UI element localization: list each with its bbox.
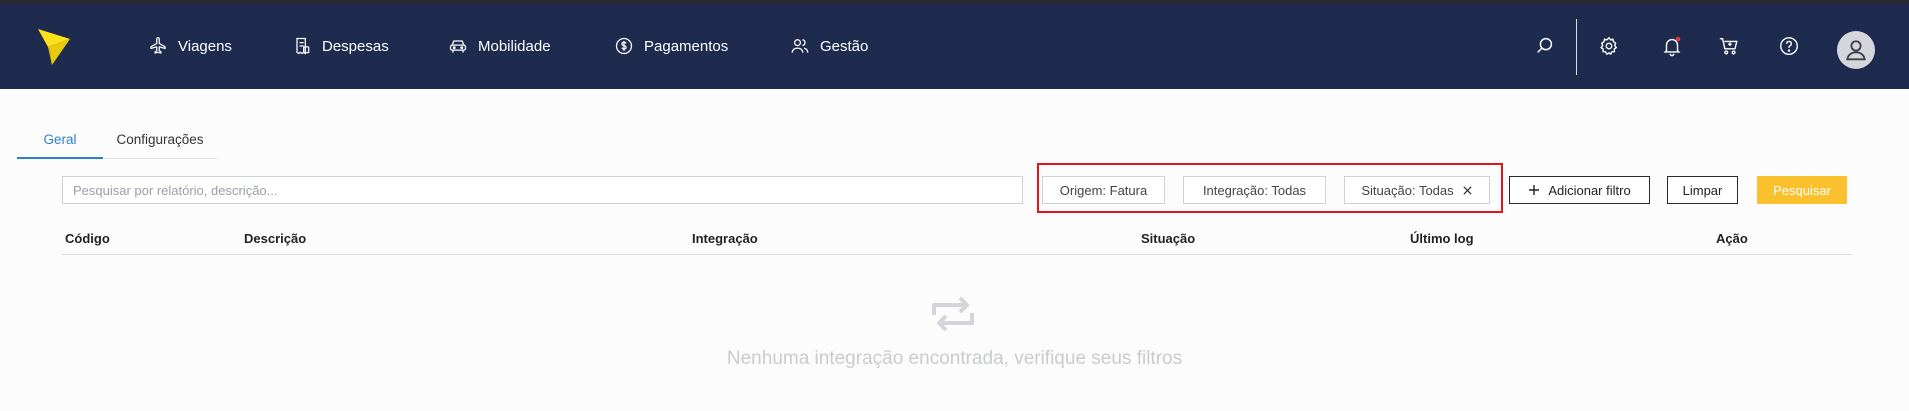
repeat-icon [932, 296, 974, 332]
dollar-circle-icon [615, 37, 633, 55]
clear-label: Limpar [1682, 182, 1723, 198]
user-avatar[interactable] [1837, 31, 1875, 69]
column-header-descricao: Descrição [244, 231, 307, 246]
search-icon [1537, 37, 1553, 53]
nav-item-label: Gestão [820, 37, 869, 55]
search-button[interactable] [1532, 33, 1558, 59]
bell-icon [1663, 36, 1681, 57]
filter-chip-label: Origem: Fatura [1059, 182, 1148, 198]
settings-button[interactable] [1596, 33, 1622, 59]
add-filter-label: Adicionar filtro [1548, 182, 1631, 198]
add-filter-button[interactable]: Adicionar filtro [1509, 176, 1650, 204]
nav-item-label: Despesas [322, 37, 389, 55]
filter-chip-origem[interactable]: Origem: Fatura [1042, 176, 1165, 204]
gear-icon [1600, 36, 1618, 56]
filter-chip-label: Integração: Todas [1202, 182, 1307, 198]
search-submit-label: Pesquisar [1773, 182, 1831, 198]
nav-item-viagens[interactable]: Viagens [148, 34, 232, 58]
help-icon [1780, 37, 1798, 55]
car-icon [449, 40, 467, 53]
nav-item-label: Mobilidade [478, 37, 551, 55]
avatar-icon [1846, 40, 1866, 61]
cart-button[interactable] [1716, 33, 1742, 59]
plane-icon [150, 37, 166, 54]
nav-divider [1576, 19, 1577, 75]
filter-chip-situacao[interactable]: Situação: Todas [1344, 176, 1490, 204]
plus-icon [1529, 185, 1540, 195]
cart-icon [1719, 37, 1738, 55]
clear-button[interactable]: Limpar [1667, 176, 1738, 204]
receipt-icon [296, 37, 310, 55]
search-input[interactable] [62, 176, 1023, 204]
page-tabs: Geral Configurações [17, 128, 217, 159]
nav-item-pagamentos[interactable]: Pagamentos [614, 34, 728, 58]
filter-chip-label: Situação: Todas [1361, 182, 1454, 198]
tab-configuracoes[interactable]: Configurações [103, 128, 217, 159]
close-icon[interactable] [1462, 185, 1473, 196]
empty-state-message: Nenhuma integração encontrada, verifique… [726, 348, 1183, 369]
search-submit-button[interactable]: Pesquisar [1757, 176, 1847, 204]
filter-chip-integracao[interactable]: Integração: Todas [1183, 176, 1326, 204]
column-header-integracao: Integração [692, 231, 758, 246]
column-header-codigo: Código [65, 231, 110, 246]
column-header-ultimo-log: Último log [1410, 231, 1474, 246]
nav-item-label: Pagamentos [644, 37, 729, 55]
nav-item-label: Viagens [178, 37, 232, 55]
table-header-divider [62, 254, 1852, 255]
nav-item-despesas[interactable]: Despesas [292, 34, 389, 58]
column-header-acao: Ação [1716, 231, 1748, 246]
column-header-situacao: Situação [1141, 231, 1196, 246]
nav-item-mobilidade[interactable]: Mobilidade [448, 34, 551, 58]
tab-geral[interactable]: Geral [17, 128, 103, 159]
logo-icon[interactable] [36, 25, 72, 67]
top-navbar: Viagens Despesas Mobilidade Pagamentos G… [0, 3, 1909, 89]
notifications-button[interactable] [1659, 33, 1685, 59]
help-button[interactable] [1776, 33, 1802, 59]
nav-item-gestao[interactable]: Gestão [790, 34, 868, 58]
users-icon [791, 39, 809, 53]
